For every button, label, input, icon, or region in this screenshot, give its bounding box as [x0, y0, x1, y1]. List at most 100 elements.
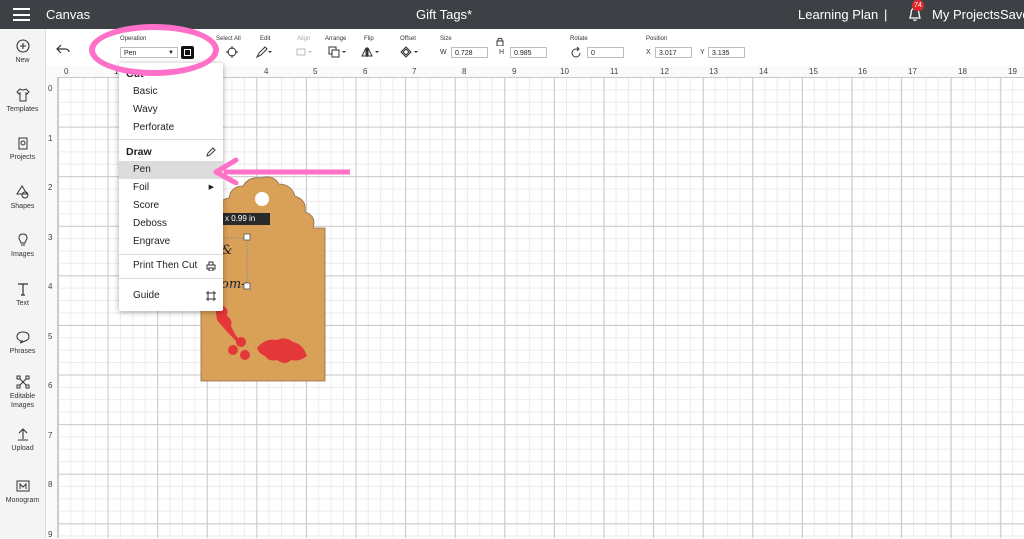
speech-bubble-icon — [15, 331, 30, 344]
notification-badge: 74 — [912, 0, 924, 11]
arrow-annotation-icon — [213, 157, 350, 185]
height-input[interactable]: 0.985 — [510, 47, 547, 58]
width-input[interactable]: 0.728 — [451, 47, 488, 58]
arrange-label: Arrange — [325, 36, 347, 42]
y-letter: Y — [700, 49, 705, 56]
ruler-tick-label: 4 — [48, 282, 53, 291]
menu-item-label: Foil — [133, 182, 150, 193]
menu-divider — [119, 278, 223, 279]
ruler-tick-label: 15 — [809, 67, 818, 76]
menu-item-deboss[interactable]: Deboss — [119, 215, 223, 233]
rotate-label: Rotate — [570, 36, 588, 42]
ruler-tick-label: 0 — [48, 84, 53, 93]
sidebar-item-upload[interactable]: Upload — [0, 427, 45, 453]
select-all-icon[interactable] — [226, 46, 238, 58]
ruler-tick-label: 5 — [313, 67, 318, 76]
holly-berry — [228, 345, 238, 355]
menu-item-guide[interactable]: Guide — [119, 287, 223, 305]
menu-item-label: Pen — [133, 164, 151, 175]
sidebar-item-monogram[interactable]: Monogram — [0, 479, 45, 505]
ruler-tick-label: 8 — [48, 480, 53, 489]
text-t-icon — [17, 283, 28, 296]
align-icon — [296, 48, 312, 56]
menu-item-label: Perforate — [133, 122, 175, 133]
shirt-icon — [15, 88, 30, 102]
menu-divider — [119, 254, 223, 255]
learning-plan-link[interactable]: Learning Plan — [798, 7, 878, 22]
sidebar-item-new[interactable]: New — [0, 39, 45, 65]
ruler-tick-label: 17 — [908, 67, 917, 76]
my-projects-link[interactable]: My Projects — [932, 7, 1000, 22]
ruler-tick-label: 1 — [48, 134, 53, 143]
x-position-input[interactable]: 3.017 — [655, 47, 692, 58]
menu-item-label: Wavy — [133, 104, 158, 115]
menu-item-score[interactable]: Score — [119, 197, 223, 215]
ruler-tick-label: 9 — [512, 67, 517, 76]
monogram-icon — [16, 480, 29, 492]
upload-arrow-icon — [17, 428, 28, 441]
ruler-tick-label: 5 — [48, 332, 53, 341]
menu-item-basic[interactable]: Basic — [119, 83, 223, 101]
ruler-tick-label: 13 — [709, 67, 718, 76]
menu-item-label: Deboss — [133, 218, 167, 229]
width-letter: W — [440, 49, 447, 56]
arrange-icon[interactable] — [328, 46, 348, 58]
offset-icon[interactable] — [400, 46, 420, 58]
ruler-tick-label: 2 — [48, 183, 53, 192]
menu-item-label: Print Then Cut — [133, 260, 198, 271]
holly-berry — [236, 337, 246, 347]
sidebar-label-shapes: Shapes — [10, 203, 35, 210]
menu-item-pen[interactable]: Pen — [119, 161, 223, 179]
sidebar-label-monogram: Monogram — [5, 497, 40, 504]
ruler-tick-label: 10 — [560, 67, 569, 76]
canvas-label: Canvas — [46, 7, 91, 22]
sidebar-label-upload: Upload — [11, 445, 34, 452]
sidebar-label-phrases: Phrases — [9, 348, 36, 355]
menu-item-engrave[interactable]: Engrave — [119, 233, 223, 251]
menu-header-label: Draw — [126, 146, 152, 158]
sidebar-item-images[interactable]: Images — [0, 233, 45, 259]
ruler-tick-label: 0 — [64, 67, 69, 76]
ruler-tick-label: 3 — [48, 233, 53, 242]
pen-icon — [206, 147, 216, 157]
menu-header-draw: Draw — [119, 143, 223, 161]
sidebar-item-editable-images[interactable]: Editable Images — [0, 375, 45, 410]
sidebar-label-editable-images: Images — [11, 402, 34, 409]
sidebar-label-new: New — [15, 57, 30, 64]
highlight-ellipse-annotation — [89, 24, 219, 76]
ruler-tick-label: 7 — [412, 67, 417, 76]
save-button[interactable]: Save — [1000, 7, 1024, 22]
size-label: Size — [440, 36, 452, 42]
sidebar-item-templates[interactable]: Templates — [0, 88, 45, 114]
align-label: Align — [297, 36, 311, 42]
menu-item-label: Guide — [133, 290, 160, 301]
tag-hole — [255, 192, 269, 206]
hamburger-menu-icon[interactable] — [13, 8, 30, 21]
ruler-tick-label: 6 — [48, 381, 53, 390]
sidebar-label-projects: Projects — [9, 154, 36, 161]
sidebar-item-shapes[interactable]: Shapes — [0, 185, 45, 211]
sidebar-item-text[interactable]: Text — [0, 282, 45, 308]
menu-item-perforate[interactable]: Perforate — [119, 119, 223, 137]
sidebar-item-phrases[interactable]: Phrases — [0, 330, 45, 356]
menu-item-label: Engrave — [133, 236, 171, 247]
printer-icon — [206, 261, 216, 271]
operation-menu: Cut Basic Wavy Perforate Draw Pen Foil ▶… — [119, 63, 223, 311]
menu-item-foil[interactable]: Foil ▶ — [119, 179, 223, 197]
y-position-input[interactable]: 3.135 — [708, 47, 745, 58]
sidebar-item-projects[interactable]: Projects — [0, 136, 45, 162]
menu-item-print-then-cut[interactable]: Print Then Cut — [119, 257, 223, 275]
edit-label: Edit — [260, 36, 271, 42]
height-letter: H — [499, 49, 505, 56]
lock-icon[interactable] — [496, 37, 504, 46]
menu-divider — [119, 139, 223, 140]
pencil-icon[interactable] — [256, 46, 272, 58]
flip-label: Flip — [364, 36, 374, 42]
ruler-tick-label: 18 — [958, 67, 967, 76]
undo-icon[interactable] — [56, 43, 70, 55]
selection-handle — [243, 233, 251, 241]
menu-item-wavy[interactable]: Wavy — [119, 101, 223, 119]
ruler-tick-label: 14 — [759, 67, 768, 76]
flip-icon[interactable] — [361, 46, 381, 58]
rotate-input[interactable]: 0 — [587, 47, 624, 58]
